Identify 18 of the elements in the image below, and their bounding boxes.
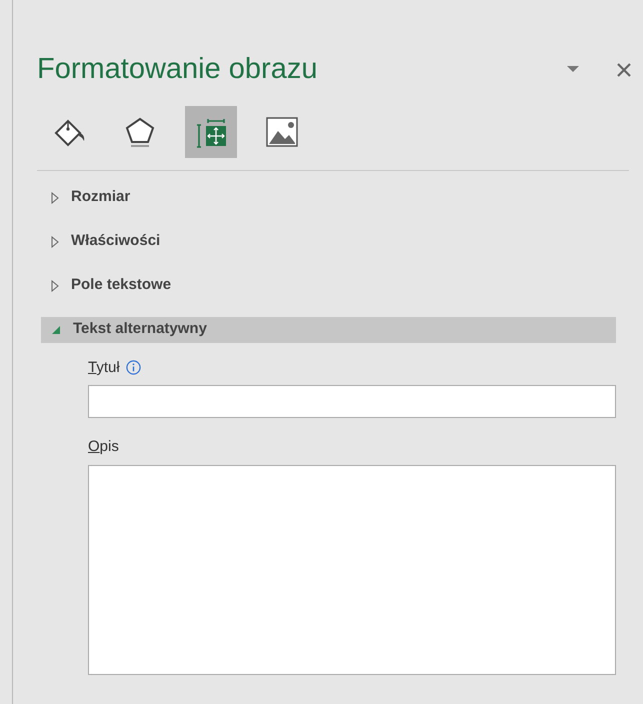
- section-header[interactable]: Właściwości: [41, 228, 616, 254]
- format-tab[interactable]: [185, 106, 237, 158]
- collapsed-triangle-icon: [51, 236, 59, 248]
- description-field[interactable]: [88, 464, 616, 674]
- expanded-triangle-icon: [51, 324, 61, 334]
- image-icon: [265, 114, 299, 148]
- close-icon[interactable]: [617, 62, 631, 77]
- info-icon[interactable]: [126, 360, 141, 376]
- dropdown-icon[interactable]: [567, 66, 579, 74]
- pane-title: Formatowanie obrazu: [37, 52, 318, 87]
- collapsed-triangle-icon: [51, 192, 59, 204]
- section-header[interactable]: Tekst alternatywny: [41, 316, 616, 342]
- field-label: Tytuł: [88, 358, 120, 378]
- title-field[interactable]: [88, 385, 616, 418]
- field-label: Opis: [88, 437, 119, 457]
- section-header[interactable]: Rozmiar: [41, 184, 616, 210]
- collapsed-triangle-icon: [51, 280, 59, 292]
- section-header[interactable]: Pole tekstowe: [41, 272, 616, 298]
